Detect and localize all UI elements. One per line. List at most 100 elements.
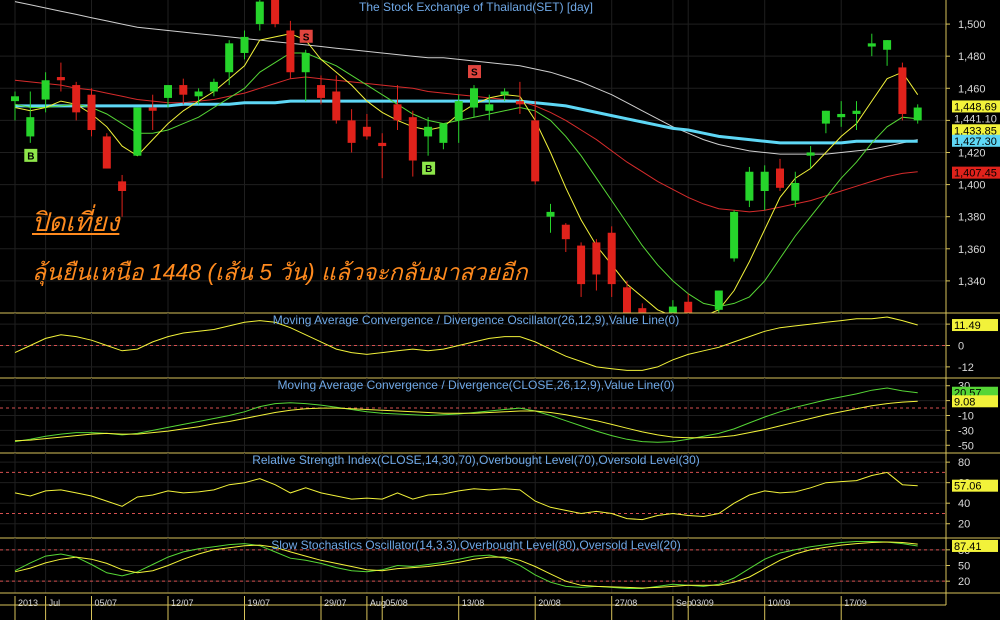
candle-body (821, 110, 830, 124)
candle-body (56, 77, 65, 81)
candle-body (546, 211, 555, 217)
candle-body (240, 36, 249, 53)
y-tick-label: 1,420 (958, 147, 986, 159)
annotation-heading: ปิดเที่ยง (32, 207, 120, 237)
candle-body (454, 101, 463, 121)
y-tick-label: 80 (958, 457, 970, 469)
price-value-label: 1,448.69 (954, 101, 997, 113)
panel-title: Moving Average Convergence / Divergence(… (277, 378, 674, 392)
y-tick-label: -50 (958, 440, 974, 452)
candle-body (347, 120, 356, 143)
candle-body (577, 245, 586, 285)
y-tick-label: 1,500 (958, 19, 986, 31)
candle-body (485, 104, 494, 111)
y-tick-label: 1,460 (958, 83, 986, 95)
y-tick-label: 1,400 (958, 180, 986, 192)
y-tick-label: -12 (958, 362, 974, 374)
candle-body (883, 40, 892, 50)
y-tick-label: 20 (958, 519, 970, 531)
candle-body (439, 123, 448, 143)
candle-body (867, 43, 876, 47)
candle-body (714, 290, 723, 310)
candle-body (209, 81, 218, 92)
candle-body (11, 96, 19, 102)
signal-marker-label: B (27, 151, 34, 162)
candle-body (408, 117, 417, 161)
price-value-label: 1,427.30 (954, 136, 997, 148)
candle-body (515, 101, 524, 105)
x-tick-label: 20/08 (538, 598, 561, 608)
x-tick-label: Sep (676, 598, 692, 608)
candle-body (133, 107, 142, 156)
x-tick-label: 12/07 (171, 598, 194, 608)
x-tick-label: 05/07 (95, 598, 118, 608)
candle-body (470, 88, 478, 108)
y-tick-label: 1,360 (958, 244, 986, 256)
candle-body (271, 0, 280, 25)
candle-body (607, 232, 616, 285)
y-tick-label: 20 (958, 576, 970, 588)
indicator-value-label: 11.49 (954, 320, 981, 332)
indicator-value-label: 9.08 (954, 396, 975, 408)
candle-body (148, 107, 157, 111)
candle-body (913, 107, 922, 121)
x-tick-label: 03/09 (691, 598, 714, 608)
x-tick-label: 27/08 (615, 598, 638, 608)
candle-body (393, 104, 402, 121)
y-tick-label: 1,480 (958, 51, 986, 63)
x-tick-label: 19/07 (248, 598, 271, 608)
candle-body (87, 94, 96, 131)
signal-marker-label: S (303, 32, 310, 43)
candle-body (286, 30, 295, 73)
price-value-label: 1,441.10 (954, 114, 997, 126)
candle-body (730, 211, 739, 259)
y-tick-label: 40 (958, 498, 970, 510)
candle-body (745, 171, 754, 201)
panel-title: Relative Strength Index(CLOSE,14,30,70),… (252, 453, 700, 467)
x-tick-label: 13/08 (462, 598, 485, 608)
candle-body (317, 85, 325, 98)
y-tick-label: 1,340 (958, 276, 986, 288)
signal-marker-label: S (471, 68, 478, 79)
candle-body (592, 242, 601, 275)
candle-body (102, 136, 111, 169)
y-tick-label: -30 (958, 425, 974, 437)
candle-body (255, 1, 264, 25)
candle-body (72, 85, 81, 113)
stock-chart: 1,3401,3601,3801,4001,4201,4401,4601,480… (0, 0, 1000, 620)
annotation-body: ลุ้นยืนเหนือ 1448 (เส้น 5 วัน) แล้วจะกลั… (32, 259, 528, 285)
candle-body (806, 152, 815, 156)
panel-title: Moving Average Convergence / Divergence … (273, 313, 679, 327)
candle-body (362, 126, 371, 137)
panel-title: Slow Stochastics Oscillator(14,3,3),Over… (271, 538, 681, 552)
y-tick-label: 0 (958, 341, 964, 353)
indicator-value-label: 57.06 (954, 481, 982, 493)
candle-body (41, 80, 50, 100)
indicator-value-label: 87.41 (954, 541, 982, 553)
candle-body (118, 181, 127, 192)
candle-body (852, 110, 861, 114)
candle-body (424, 126, 433, 137)
candle-body (164, 85, 172, 98)
x-tick-label: 05/08 (385, 598, 408, 608)
candle-body (301, 52, 310, 73)
candle-body (179, 85, 188, 95)
y-tick-label: -10 (958, 411, 974, 423)
candle-body (225, 43, 234, 73)
candle-body (26, 117, 35, 137)
x-tick-label: 2013 (18, 598, 38, 608)
chart-background (0, 0, 1000, 620)
y-tick-label: 1,380 (958, 212, 986, 224)
candle-body (898, 67, 907, 114)
x-tick-label: 10/09 (768, 598, 791, 608)
candle-body (561, 224, 570, 240)
x-tick-label: Jul (49, 598, 61, 608)
x-tick-label: 29/07 (324, 598, 347, 608)
candle-body (776, 168, 784, 188)
candle-body (760, 171, 769, 192)
candle-body (332, 91, 341, 121)
panel-title: The Stock Exchange of Thailand(SET) [day… (359, 0, 593, 14)
signal-marker-label: B (425, 164, 432, 175)
y-tick-label: 50 (958, 561, 970, 573)
candle-body (194, 91, 203, 97)
